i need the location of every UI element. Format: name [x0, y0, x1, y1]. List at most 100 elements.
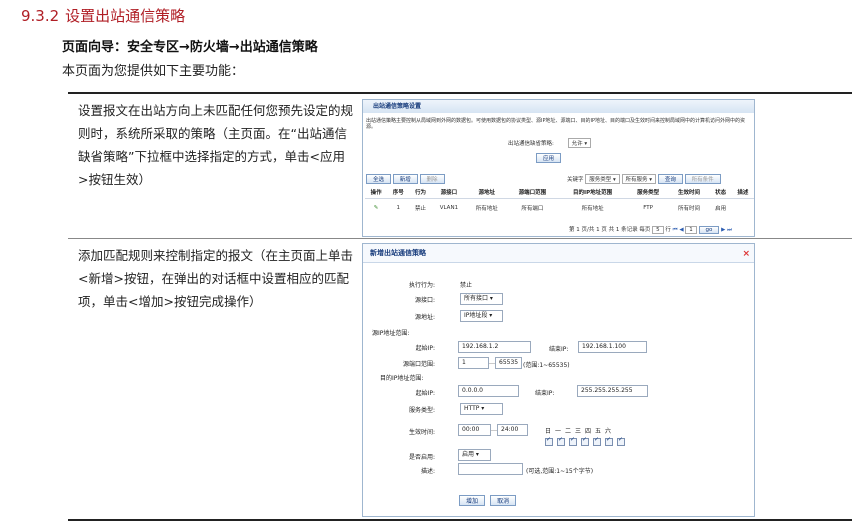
- outbound-policy-screenshot: 出站通信策略设置 出站通信策略主要控制从局域网到外网的数据包。可使用数据包的协议…: [362, 99, 755, 237]
- desc-input[interactable]: [458, 463, 523, 475]
- panel-note: 出站通信策略主要控制从局域网到外网的数据包。可使用数据包的协议类型、源IP地址、…: [366, 118, 745, 130]
- day-checkbox[interactable]: [605, 436, 613, 446]
- add-confirm-button[interactable]: 增加: [459, 495, 486, 506]
- section-number: 9.3.2: [21, 7, 60, 25]
- search-button[interactable]: 查询: [657, 174, 683, 184]
- section-title: 设置出站通信策略: [65, 7, 186, 25]
- col-header: 序号: [387, 186, 410, 199]
- last-page-icon[interactable]: ⏭: [727, 227, 732, 233]
- default-policy-row: 出站通信缺省策略: 允许 ▾: [508, 138, 592, 148]
- prev-page-icon[interactable]: ◀: [679, 227, 683, 233]
- iface-select[interactable]: 所有接口 ▾: [460, 293, 503, 305]
- day-checkbox[interactable]: [545, 436, 553, 446]
- table-header: 操作 序号 行为 源接口 源地址 源端口范围 目的IP地址范围 服务类型 生效时…: [365, 186, 754, 199]
- edit-icon[interactable]: ✎: [374, 205, 379, 211]
- page-size-select[interactable]: 5: [652, 226, 664, 234]
- cell-action: 禁止: [414, 206, 426, 212]
- start-ip-label: 起始IP:: [415, 345, 435, 352]
- enable-select[interactable]: 启用 ▾: [458, 449, 491, 461]
- action-value: 禁止: [460, 282, 473, 289]
- day-checkbox[interactable]: [593, 436, 601, 446]
- col-header: 源接口: [431, 186, 467, 199]
- go-button[interactable]: go: [698, 226, 720, 234]
- default-policy-select[interactable]: 允许 ▾: [567, 138, 592, 148]
- col-header: 服务类型: [627, 186, 669, 199]
- toolbar-left: 全选 新增 删除: [366, 174, 445, 184]
- row1-description: 设置报文在出站方向上未匹配任何您预先设定的规则时，系统所采取的策略（主页面。在“…: [78, 103, 354, 187]
- cell-iface: VLAN1: [439, 205, 459, 211]
- col-header: 源端口范围: [507, 186, 558, 199]
- start-ip-input[interactable]: 192.168.1.2: [458, 341, 531, 353]
- src-value: IP地址段: [464, 312, 488, 319]
- add-button[interactable]: 新增: [392, 174, 418, 184]
- src-label: 源地址:: [414, 314, 435, 321]
- rules-table: 操作 序号 行为 源接口 源地址 源端口范围 目的IP地址范围 服务类型 生效时…: [365, 186, 754, 217]
- col-header: 源地址: [466, 186, 508, 199]
- end-ip-label: 结束IP:: [549, 346, 569, 353]
- desc-label: 描述:: [420, 468, 435, 475]
- next-page-icon[interactable]: ▶: [721, 227, 725, 233]
- dst-start-input[interactable]: 0.0.0.0: [458, 385, 519, 397]
- table-bottom-rule: [68, 519, 852, 521]
- select-all-button[interactable]: 全选: [366, 174, 392, 184]
- col-header: 生效时间: [668, 186, 710, 199]
- keyword-label: 关键字: [567, 177, 584, 183]
- desc-hint: (可选,范围:1~15个字节): [526, 468, 594, 475]
- col-header: 状态: [709, 186, 732, 199]
- cell-dst: 所有地址: [581, 206, 604, 212]
- row-divider: [68, 238, 852, 239]
- delete-button[interactable]: 删除: [419, 174, 445, 184]
- reset-button[interactable]: 所有条件: [684, 174, 721, 184]
- keyword-select[interactable]: 服务类型 ▾: [585, 174, 620, 184]
- service-label: 服务类型:: [408, 407, 435, 414]
- pagination: 第 1 页/共 1 页 共 1 条记录 每页 5 行 ⏮ ◀ 1 go ▶ ⏭: [569, 225, 732, 234]
- service-select[interactable]: 所有服务 ▾: [621, 174, 657, 184]
- day-checkbox[interactable]: [617, 436, 625, 446]
- action-label: 执行行为:: [408, 282, 435, 289]
- day-checkbox[interactable]: [557, 436, 565, 446]
- col-header: 目的IP地址范围: [557, 186, 628, 199]
- apply-button[interactable]: 应用: [536, 153, 562, 163]
- time-from-input[interactable]: 00:00: [458, 424, 491, 436]
- cell-time: 所有时间: [678, 206, 701, 212]
- pagination-text: 第 1 页/共 1 页 共 1 条记录 每页: [569, 227, 651, 233]
- dst-start-label: 起始IP:: [415, 390, 435, 397]
- row2-description: 添加匹配规则来控制指定的报文（在主页面上单击<新增>按钮，在弹出的对话框中设置相…: [78, 248, 354, 309]
- sport-to-input[interactable]: 65535: [495, 357, 522, 369]
- intro-text: 本页面为您提供如下主要功能：: [62, 64, 245, 79]
- table-row: ✎ 1 禁止 VLAN1 所有地址 所有端口 所有地址 FTP 所有时间 启用: [365, 199, 754, 218]
- sport-hint: (范围:1~65535): [523, 362, 570, 369]
- cell-status: 启用: [715, 206, 727, 212]
- service-select[interactable]: HTTP ▾: [460, 403, 503, 415]
- panel-title: 出站通信策略设置: [363, 100, 754, 113]
- service-value: 所有服务: [625, 177, 648, 183]
- sport-from-input[interactable]: 1: [458, 357, 489, 369]
- src-select[interactable]: IP地址段 ▾: [460, 310, 503, 322]
- apply-row: 应用: [536, 153, 562, 163]
- dst-range-label: 目的IP地址范围:: [380, 375, 424, 382]
- service-type-value: HTTP: [464, 405, 480, 412]
- iface-value: 所有接口: [464, 295, 489, 302]
- iface-label: 源接口:: [414, 297, 435, 304]
- toolbar-right: 关键字 服务类型 ▾ 所有服务 ▾ 查询 所有条件: [567, 174, 721, 184]
- cancel-button[interactable]: 取消: [490, 495, 517, 506]
- add-policy-dialog-screenshot: 新增出站通信策略 × 执行行为: 禁止 源接口: 所有接口 ▾ 源地址: IP地…: [362, 243, 755, 517]
- close-icon[interactable]: ×: [742, 249, 750, 259]
- dialog-buttons: 增加 取消: [459, 488, 517, 507]
- cell-seq: 1: [396, 205, 401, 211]
- page-size-unit: 行: [665, 227, 671, 233]
- col-header: 行为: [409, 186, 432, 199]
- day-checkbox[interactable]: [581, 436, 589, 446]
- time-to-input[interactable]: 24:00: [497, 424, 528, 436]
- nav-path: 页面向导：安全专区→防火墙→出站通信策略: [62, 40, 318, 55]
- weekday-checkboxes: [543, 431, 627, 450]
- page-input[interactable]: 1: [685, 226, 697, 234]
- cell-sport: 所有端口: [521, 206, 544, 212]
- keyword-value: 服务类型: [589, 177, 612, 183]
- default-policy-label: 出站通信缺省策略:: [508, 141, 554, 147]
- end-ip-input[interactable]: 192.168.1.100: [578, 341, 647, 353]
- dst-end-input[interactable]: 255.255.255.255: [577, 385, 648, 397]
- first-page-icon[interactable]: ⏮: [673, 227, 678, 233]
- edit-cell[interactable]: ✎: [365, 199, 387, 218]
- day-checkbox[interactable]: [569, 436, 577, 446]
